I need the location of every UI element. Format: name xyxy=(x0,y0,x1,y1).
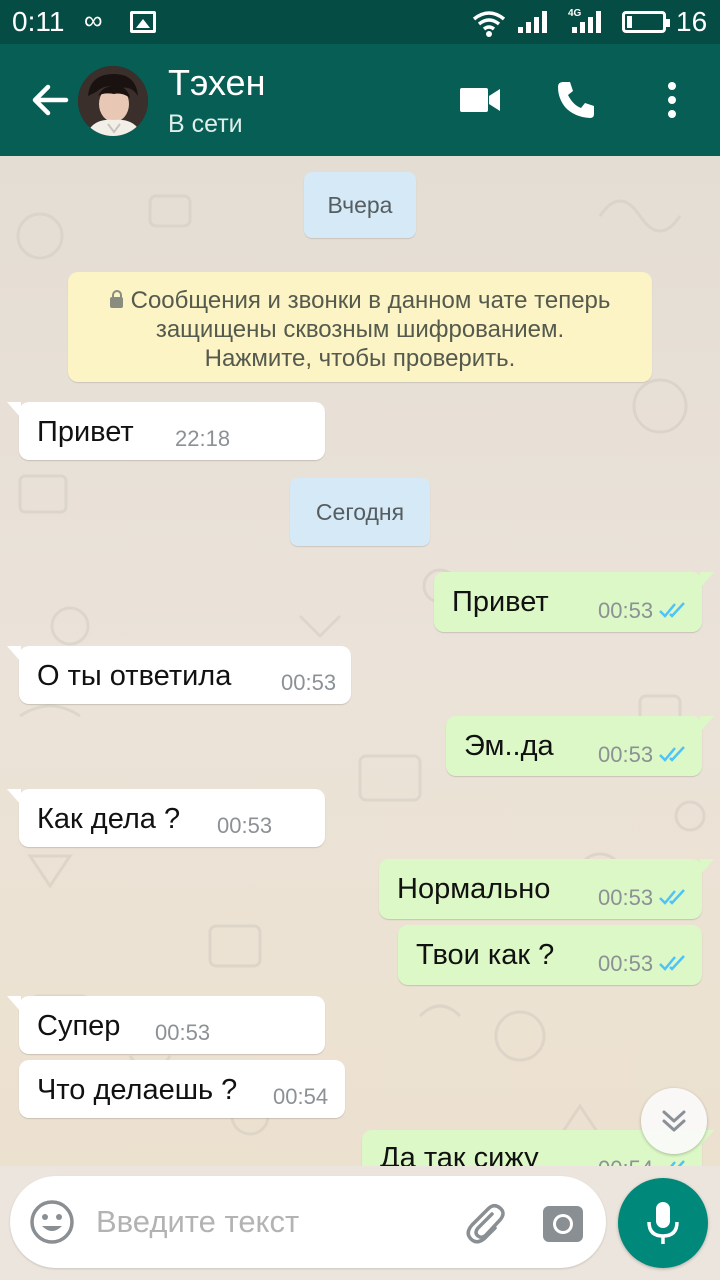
notice-line-1: Сообщения и звонки в данном чате теперь xyxy=(68,286,652,315)
read-ticks-icon xyxy=(659,746,685,762)
date-chip-yesterday: Вчера xyxy=(304,172,416,238)
bubble-tail xyxy=(700,859,714,875)
message-time: 00:53 xyxy=(598,598,654,623)
message-outgoing[interactable]: Привет 00:53 xyxy=(434,572,714,632)
message-text: Что делаешь ? xyxy=(37,1074,238,1106)
wifi-icon xyxy=(472,11,506,37)
message-time: 00:53 xyxy=(155,1020,211,1045)
camera-icon[interactable] xyxy=(540,1200,586,1246)
battery-level: 16 xyxy=(676,6,708,37)
video-call-icon[interactable] xyxy=(458,84,502,116)
chat-header: Тэхен В сети xyxy=(0,44,720,156)
back-arrow-icon[interactable] xyxy=(28,78,72,122)
message-outgoing[interactable]: Твои как ? 00:53 xyxy=(398,925,702,985)
lock-icon xyxy=(109,290,123,308)
read-ticks-icon xyxy=(659,889,685,905)
read-ticks-icon xyxy=(659,602,685,618)
avatar-photo xyxy=(78,66,148,136)
message-text: Привет xyxy=(37,416,134,448)
message-time: 00:53 xyxy=(598,951,654,976)
status-time: 0:11 xyxy=(12,6,65,37)
message-text: Эм..да xyxy=(464,730,554,762)
bubble-tail xyxy=(7,996,21,1012)
read-ticks-icon xyxy=(659,955,685,971)
message-text: О ты ответила xyxy=(37,660,232,692)
signal-icon-2 xyxy=(572,11,606,33)
message-text: Да так сижу xyxy=(380,1142,539,1166)
notice-line-1-text: Сообщения и звонки в данном чате теперь xyxy=(130,287,611,314)
emoji-icon[interactable] xyxy=(28,1198,76,1246)
double-chevron-down-icon xyxy=(662,1110,686,1132)
message-time: 00:53 xyxy=(217,813,273,838)
notice-line-3: Нажмите, чтобы проверить. xyxy=(204,345,516,372)
scroll-to-bottom-button[interactable] xyxy=(641,1088,707,1154)
notice-line-2: защищены сквозным шифрованием. xyxy=(155,316,565,343)
chat-area[interactable]: Вчера Сообщения и звонки в данном чате т… xyxy=(0,156,720,1166)
message-text: Твои как ? xyxy=(416,939,555,971)
microphone-icon xyxy=(647,1202,679,1244)
message-text: Нормально xyxy=(397,873,551,905)
message-text: Привет xyxy=(452,586,549,618)
infinity-icon: ∞ xyxy=(84,5,103,35)
message-incoming[interactable]: Привет 22:18 xyxy=(7,402,325,460)
bubble-tail xyxy=(7,402,21,418)
message-time: 00:53 xyxy=(598,742,654,767)
signal-icon-1 xyxy=(518,11,552,33)
phone-call-icon[interactable] xyxy=(554,78,598,122)
message-incoming[interactable]: Супер 00:53 xyxy=(7,996,325,1054)
message-text: Супер xyxy=(37,1010,121,1042)
message-text: Как дела ? xyxy=(37,803,181,835)
contact-avatar[interactable] xyxy=(78,66,148,136)
read-ticks-icon xyxy=(670,1160,685,1166)
message-outgoing[interactable]: Эм..да 00:53 xyxy=(446,716,714,776)
attachment-icon[interactable] xyxy=(462,1200,508,1246)
date-chip-today: Сегодня xyxy=(290,478,430,546)
status-bar: 0:11 ∞ 4G 16 xyxy=(0,0,720,44)
more-options-icon[interactable] xyxy=(658,78,686,122)
voice-message-button[interactable] xyxy=(618,1178,708,1268)
message-time: 00:54 xyxy=(273,1084,329,1109)
encryption-notice[interactable]: Сообщения и звонки в данном чате теперь … xyxy=(68,272,652,382)
battery-icon xyxy=(622,11,670,33)
message-incoming[interactable]: Что делаешь ? 00:54 xyxy=(19,1060,345,1118)
bubble-tail xyxy=(7,646,21,662)
contact-status: В сети xyxy=(168,110,243,138)
message-time: 00:54 xyxy=(598,1156,653,1166)
message-time: 00:53 xyxy=(281,670,337,695)
message-outgoing[interactable]: Нормально 00:53 xyxy=(379,859,714,919)
message-composer xyxy=(10,1176,606,1268)
contact-name[interactable]: Тэхен xyxy=(168,62,265,104)
bubble-tail xyxy=(700,572,714,588)
battery-fill xyxy=(627,16,632,28)
message-incoming[interactable]: О ты ответила 00:53 xyxy=(7,646,351,704)
bubble-tail xyxy=(700,716,714,732)
bubble-tail xyxy=(7,789,21,805)
message-time: 22:18 xyxy=(175,426,231,451)
gallery-icon xyxy=(130,11,156,33)
message-input[interactable] xyxy=(96,1190,446,1254)
message-time: 00:53 xyxy=(598,885,654,910)
message-incoming[interactable]: Как дела ? 00:53 xyxy=(7,789,325,847)
